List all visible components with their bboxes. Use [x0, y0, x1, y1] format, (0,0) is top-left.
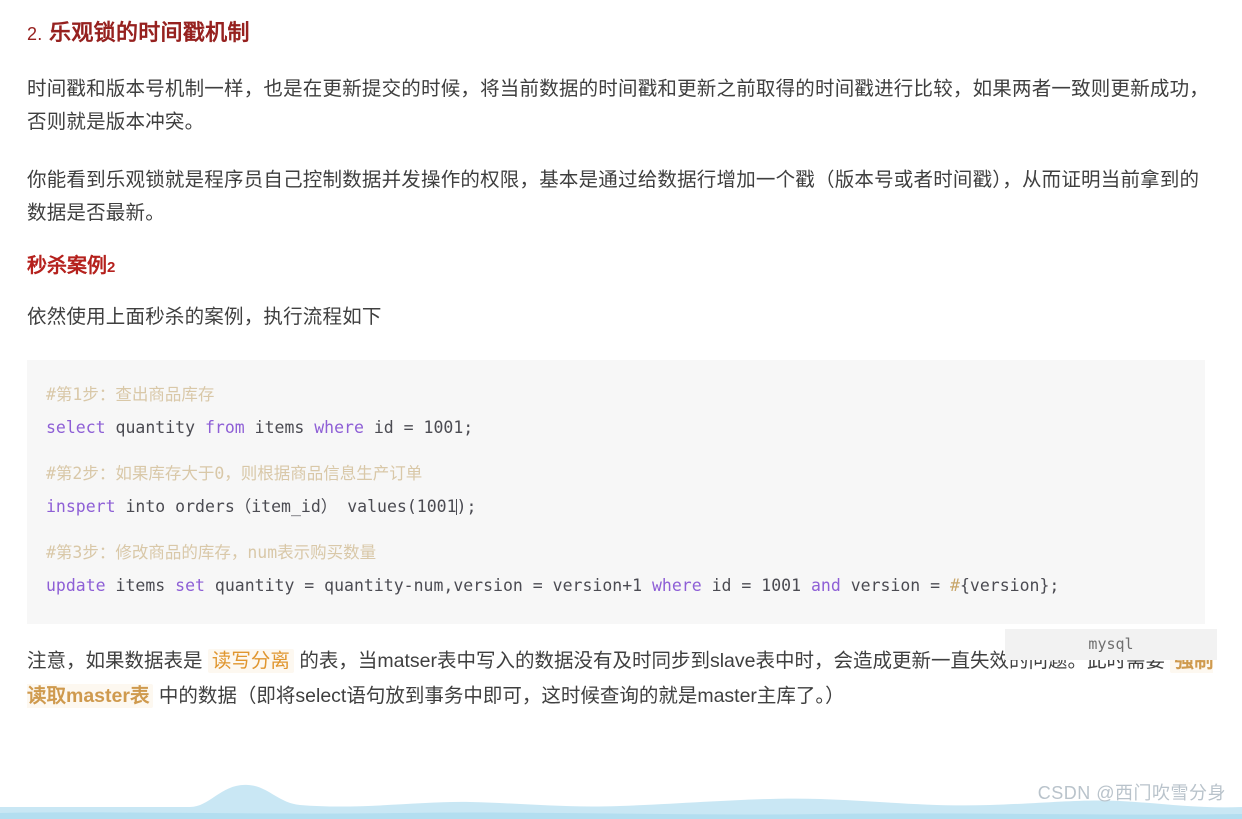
code-text: quantity: [105, 418, 205, 438]
note-highlight-1: 读写分离: [207, 649, 294, 674]
csdn-watermark: CSDN @西门吹雪分身: [1037, 783, 1226, 803]
page-title: 2. 乐观锁的时间戳机制: [27, 0, 1215, 49]
paragraph-3: 依然使用上面秒杀的案例，执行流程如下: [27, 305, 382, 328]
code-keyword-where-2: where: [652, 576, 702, 596]
section-subtitle-text: 秒杀案例: [27, 254, 107, 277]
code-text: values(1001: [347, 497, 457, 517]
code-language-badge: mysql: [1005, 629, 1217, 661]
note-segment-3: 中的数据（即将select语句放到事务中即可，这时候查询的就是master主库了…: [153, 685, 845, 708]
code-text: items: [105, 576, 176, 596]
code-text: {version};: [959, 576, 1060, 596]
code-keyword-insert: inspert: [46, 497, 116, 517]
section-subtitle: 秒杀案例2: [27, 231, 1215, 280]
code-text: version =: [840, 576, 951, 596]
code-text: );: [456, 497, 477, 517]
page-title-number: 2.: [27, 24, 43, 44]
code-keyword-set: set: [175, 576, 205, 596]
sql-code-block[interactable]: #第1步：查出商品库存 select quantity from items w…: [27, 360, 1205, 625]
code-text: id = 1001: [701, 576, 811, 596]
code-text: into orders（item_id）: [115, 497, 348, 517]
section-subtitle-tail: 2: [107, 258, 116, 276]
code-text: id = 1001;: [363, 418, 474, 438]
paragraph-1: 时间戳和版本号机制一样，也是在更新提交的时候，将当前数据的时间戳和更新之前取得的…: [27, 77, 1210, 134]
code-keyword-select: select: [46, 418, 106, 438]
article-page: 2. 乐观锁的时间戳机制 时间戳和版本号机制一样，也是在更新提交的时候，将当前数…: [0, 0, 1242, 819]
page-title-text: 乐观锁的时间戳机制: [49, 20, 250, 45]
code-text: quantity = quantity-num,version = versio…: [204, 576, 652, 596]
paragraph-2: 你能看到乐观锁就是程序员自己控制数据并发操作的权限，基本是通过给数据行增加一个戳…: [27, 168, 1200, 225]
code-keyword-where: where: [314, 418, 364, 438]
code-keyword-from: from: [204, 418, 245, 438]
code-keyword-and: and: [810, 576, 841, 596]
code-keyword-update: update: [46, 576, 106, 596]
code-comment-2: #第2步：如果库存大于0，则根据商品信息生产订单: [46, 464, 423, 484]
code-hash-symbol: #: [950, 576, 960, 596]
code-comment-3: #第3步：修改商品的库存，num表示购买数量: [46, 543, 377, 563]
code-text: items: [244, 418, 315, 438]
note-segment-1: 注意，如果数据表是: [27, 650, 208, 673]
code-block-wrapper: #第1步：查出商品库存 select quantity from items w…: [27, 360, 1217, 661]
code-comment-1: #第1步：查出商品库存: [46, 385, 215, 405]
